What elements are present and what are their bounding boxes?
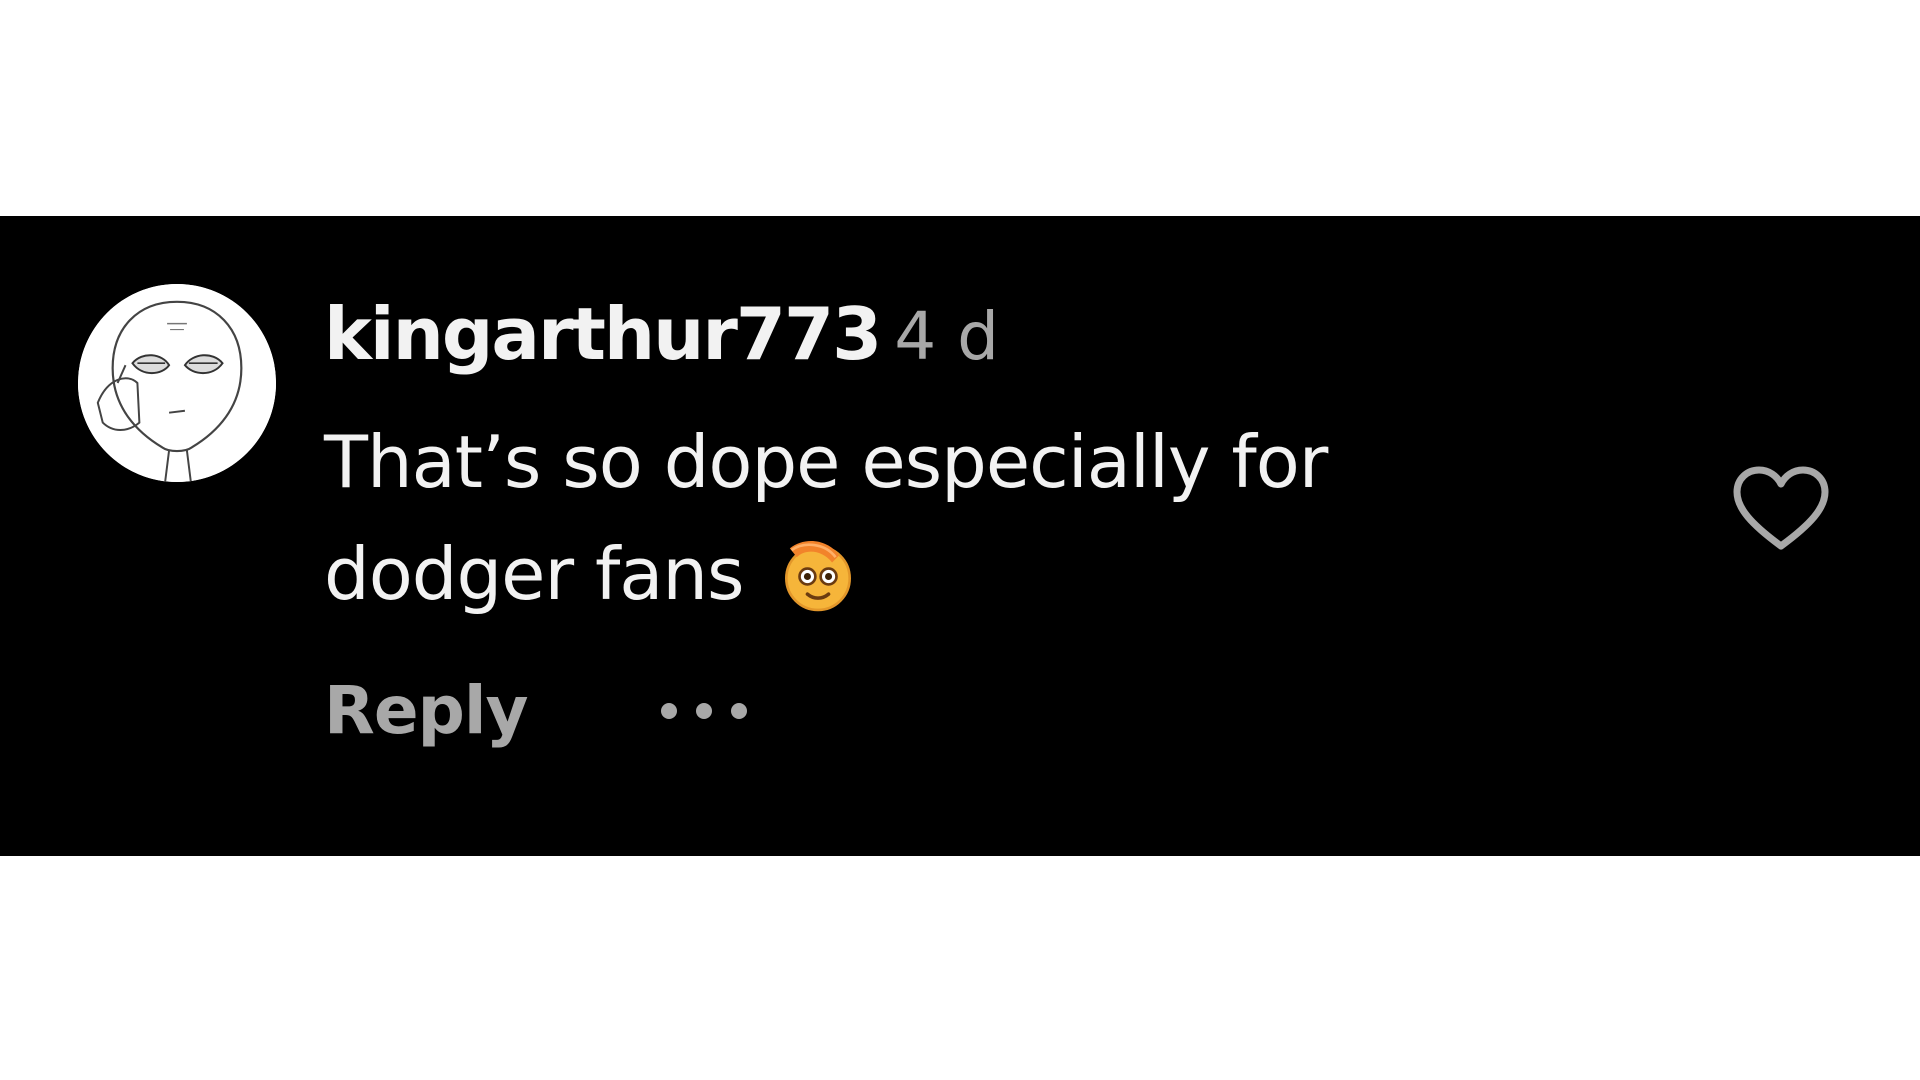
face-with-bandage-emoji-icon <box>774 529 862 617</box>
comment-body: That’s so dope especially for dodger fan… <box>324 406 1404 630</box>
avatar[interactable] <box>78 284 276 482</box>
comment-header: kingarthur773 4 d <box>324 298 999 370</box>
username[interactable]: kingarthur773 <box>324 292 882 376</box>
alien-avatar-icon <box>78 284 276 482</box>
reply-button[interactable]: Reply <box>324 672 528 749</box>
ellipsis-icon[interactable] <box>654 696 754 726</box>
heart-outline-icon[interactable] <box>1730 464 1832 554</box>
comment-card: kingarthur773 4 d That’s so dope especial… <box>0 216 1920 856</box>
page: kingarthur773 4 d That’s so dope especial… <box>0 0 1920 1080</box>
timestamp: 4 d <box>894 298 1000 375</box>
comment-actions: Reply <box>324 678 747 758</box>
